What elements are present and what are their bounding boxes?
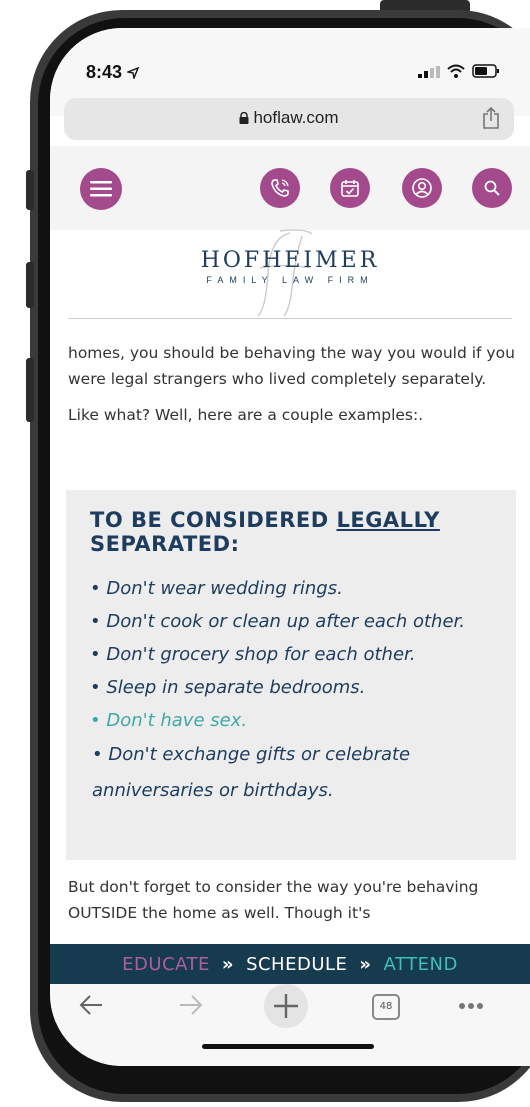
status-icons bbox=[418, 64, 500, 78]
new-tab-button[interactable] bbox=[264, 984, 308, 1028]
list-item: • Don't exchange gifts or celebrate anni… bbox=[92, 744, 411, 801]
article-paragraph: homes, you should be behaving the way yo… bbox=[68, 344, 515, 388]
cta-bar: EDUCATE » SCHEDULE » ATTEND bbox=[50, 944, 530, 984]
status-time: 8:43 bbox=[86, 62, 140, 83]
list-item: • Don't wear wedding rings. bbox=[90, 578, 343, 599]
signal-icon bbox=[418, 66, 440, 78]
logo-name: HOFHEIMER bbox=[200, 248, 380, 273]
callout-heading: TO BE CONSIDERED LEGALLY SEPARATED: bbox=[90, 508, 440, 556]
calendar-icon[interactable] bbox=[330, 168, 370, 208]
logo-monogram bbox=[257, 229, 313, 317]
list-item-link[interactable]: • Don't have sex. bbox=[90, 704, 530, 737]
logo-tagline: FAMILY LAW FIRM bbox=[206, 275, 374, 285]
location-arrow-icon bbox=[125, 66, 140, 81]
home-indicator[interactable] bbox=[202, 1044, 374, 1049]
cta-separator: » bbox=[221, 953, 235, 975]
browser-toolbar: 48 bbox=[50, 984, 530, 1066]
search-icon[interactable] bbox=[472, 168, 512, 208]
more-icon[interactable] bbox=[458, 1002, 484, 1010]
url-text: hoflaw.com bbox=[64, 108, 514, 128]
forward-arrow-icon[interactable] bbox=[178, 992, 204, 1018]
phone-mute-switch bbox=[26, 170, 34, 210]
cta-schedule-link[interactable]: SCHEDULE bbox=[246, 954, 347, 975]
tab-count-button[interactable]: 48 bbox=[372, 994, 400, 1020]
cta-educate-link[interactable]: EDUCATE bbox=[122, 954, 210, 975]
phone-volume-down-button bbox=[26, 358, 34, 422]
article-paragraph: Like what? Well, here are a couple examp… bbox=[68, 406, 424, 424]
battery-icon bbox=[472, 64, 499, 78]
cta-separator: » bbox=[359, 953, 372, 975]
plus-icon bbox=[274, 994, 298, 1018]
callout-box: TO BE CONSIDERED LEGALLY SEPARATED: • Do… bbox=[66, 490, 516, 860]
list-item: • Don't grocery shop for each other. bbox=[90, 644, 416, 665]
article-paragraph: But don't forget to consider the way you… bbox=[68, 878, 479, 922]
user-icon[interactable] bbox=[402, 168, 442, 208]
wifi-icon bbox=[447, 64, 465, 78]
site-logo[interactable]: HOFHEIMER FAMILY LAW FIRM bbox=[50, 229, 530, 317]
callout-list: • Don't wear wedding rings. • Don't cook… bbox=[90, 572, 530, 809]
list-item: • Don't cook or clean up after each othe… bbox=[90, 611, 466, 632]
phone-icon[interactable] bbox=[260, 168, 300, 208]
share-icon[interactable] bbox=[482, 106, 500, 130]
phone-volume-up-button bbox=[26, 262, 34, 308]
phone-screen: 8:43 hoflaw.com HOFHEIMER FAMILY LAW FIR… bbox=[50, 28, 530, 1066]
site-nav bbox=[50, 146, 530, 230]
article-body: homes, you should be behaving the way yo… bbox=[68, 340, 518, 438]
address-bar[interactable]: hoflaw.com bbox=[64, 98, 514, 140]
cta-attend-link[interactable]: ATTEND bbox=[384, 954, 458, 975]
lock-icon bbox=[239, 111, 249, 124]
list-item: • Sleep in separate bedrooms. bbox=[90, 677, 366, 698]
logo-divider bbox=[68, 318, 512, 319]
back-arrow-icon[interactable] bbox=[78, 992, 104, 1018]
hamburger-menu-icon[interactable] bbox=[80, 168, 122, 210]
